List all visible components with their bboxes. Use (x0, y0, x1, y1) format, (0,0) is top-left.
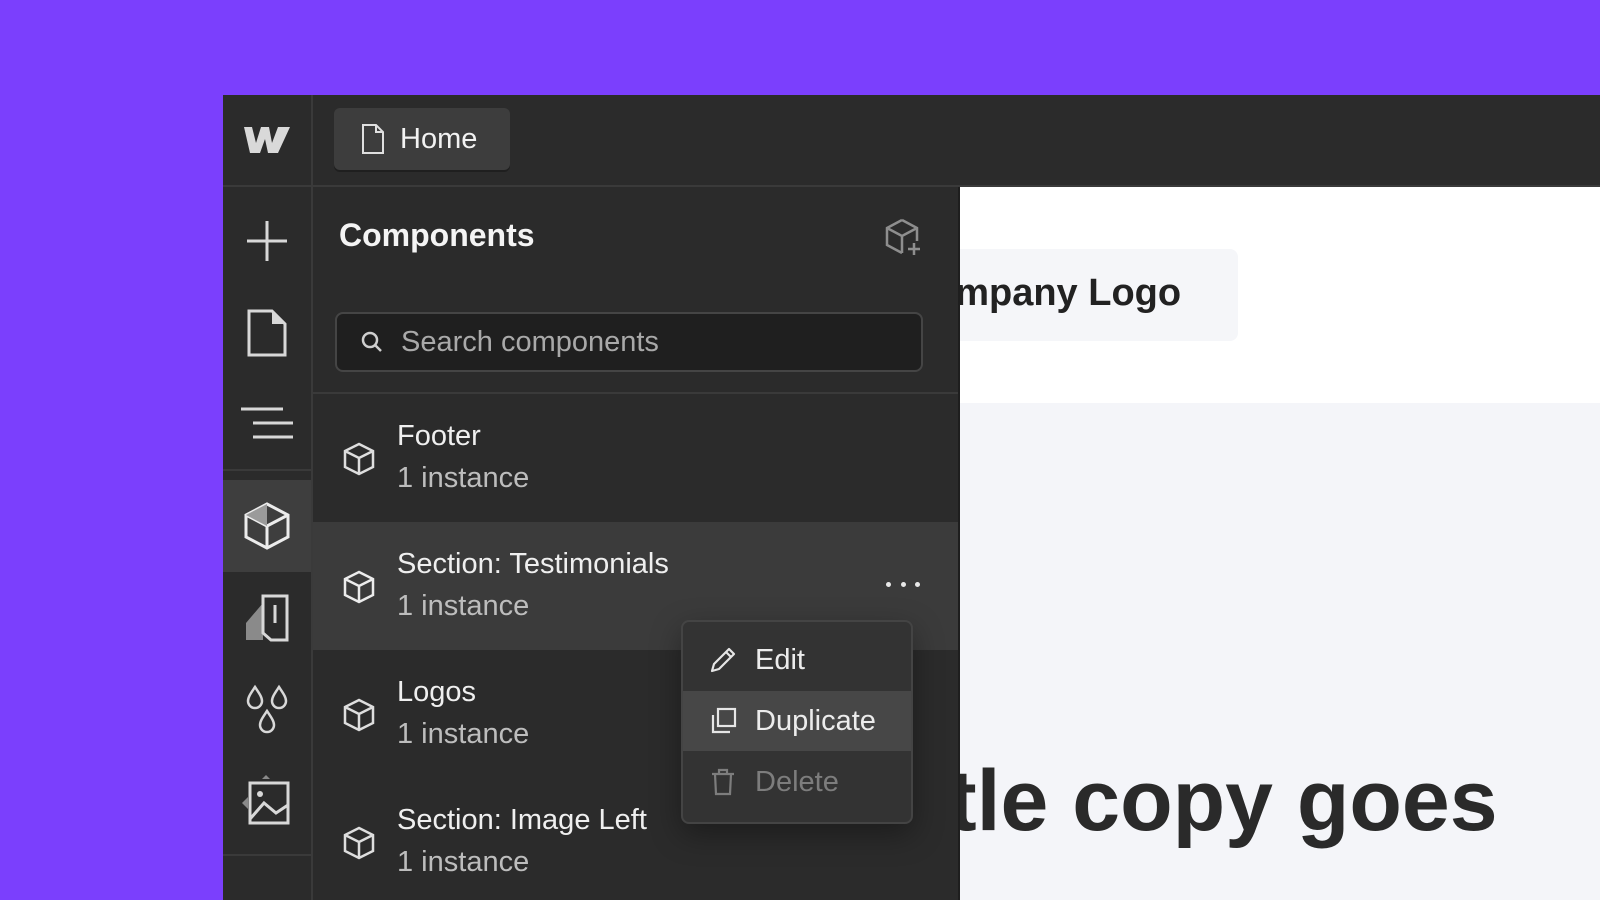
component-item-footer[interactable]: Footer 1 instance (313, 394, 958, 522)
component-instance-count: 1 instance (397, 718, 530, 750)
component-context-menu: Edit Duplicate Delete (681, 620, 913, 824)
component-instance-count: 1 instance (397, 846, 530, 878)
more-dot (900, 581, 906, 587)
search-input[interactable] (399, 324, 903, 360)
plus-icon (247, 221, 287, 261)
left-toolbar (223, 187, 313, 900)
page-selector-label: Home (400, 122, 478, 155)
component-icon (343, 698, 375, 732)
webflow-logo-icon (244, 127, 290, 153)
component-icon (343, 826, 375, 860)
duplicate-icon (711, 707, 737, 734)
design-canvas[interactable]: ompany Logo tle copy goes (960, 187, 1600, 900)
menu-item-duplicate[interactable]: Duplicate (683, 691, 911, 751)
navigator-button[interactable] (223, 377, 311, 469)
pages-button[interactable] (223, 287, 311, 379)
swatches-button[interactable] (223, 664, 311, 756)
search-field[interactable] (335, 312, 923, 372)
canvas-navbar: ompany Logo (960, 187, 1600, 403)
menu-item-label: Duplicate (755, 704, 876, 737)
add-component-icon (885, 218, 920, 255)
component-name: Footer (397, 420, 481, 452)
rail-divider (223, 854, 311, 856)
hero-headline[interactable]: tle copy goes (960, 752, 1498, 851)
more-dot (886, 581, 891, 587)
create-component-button[interactable] (884, 217, 924, 257)
component-icon (343, 442, 375, 476)
navigator-icon (241, 407, 293, 439)
add-elements-button[interactable] (223, 195, 311, 287)
menu-item-edit[interactable]: Edit (683, 630, 911, 690)
component-name: Section: Image Left (397, 804, 647, 836)
assets-icon (242, 775, 290, 825)
assets-button[interactable] (223, 756, 311, 848)
rail-divider (223, 469, 311, 471)
pencil-icon (710, 647, 736, 673)
panel-title: Components (339, 217, 535, 253)
component-icon (343, 570, 375, 604)
webflow-logo[interactable] (223, 95, 313, 185)
more-options-button[interactable] (886, 572, 920, 596)
more-dot (915, 581, 920, 587)
trash-icon (712, 768, 734, 796)
menu-item-label: Delete (755, 765, 839, 798)
page-icon (362, 124, 384, 154)
style-selectors-button[interactable] (223, 572, 311, 664)
component-instance-count: 1 instance (397, 590, 530, 622)
menu-item-delete: Delete (683, 752, 911, 812)
component-instance-count: 1 instance (397, 462, 530, 494)
page-selector-button[interactable]: Home (334, 108, 510, 170)
search-icon (361, 331, 382, 352)
menu-item-label: Edit (755, 643, 805, 676)
swatches-icon (246, 684, 288, 734)
components-button[interactable] (223, 480, 311, 572)
component-icon (244, 502, 290, 550)
top-bar: Home (223, 95, 1600, 187)
component-name: Section: Testimonials (397, 548, 669, 580)
company-logo-text: ompany Logo (960, 272, 1182, 314)
component-name: Logos (397, 676, 477, 708)
page-icon (247, 309, 287, 357)
style-selector-icon (246, 594, 289, 642)
